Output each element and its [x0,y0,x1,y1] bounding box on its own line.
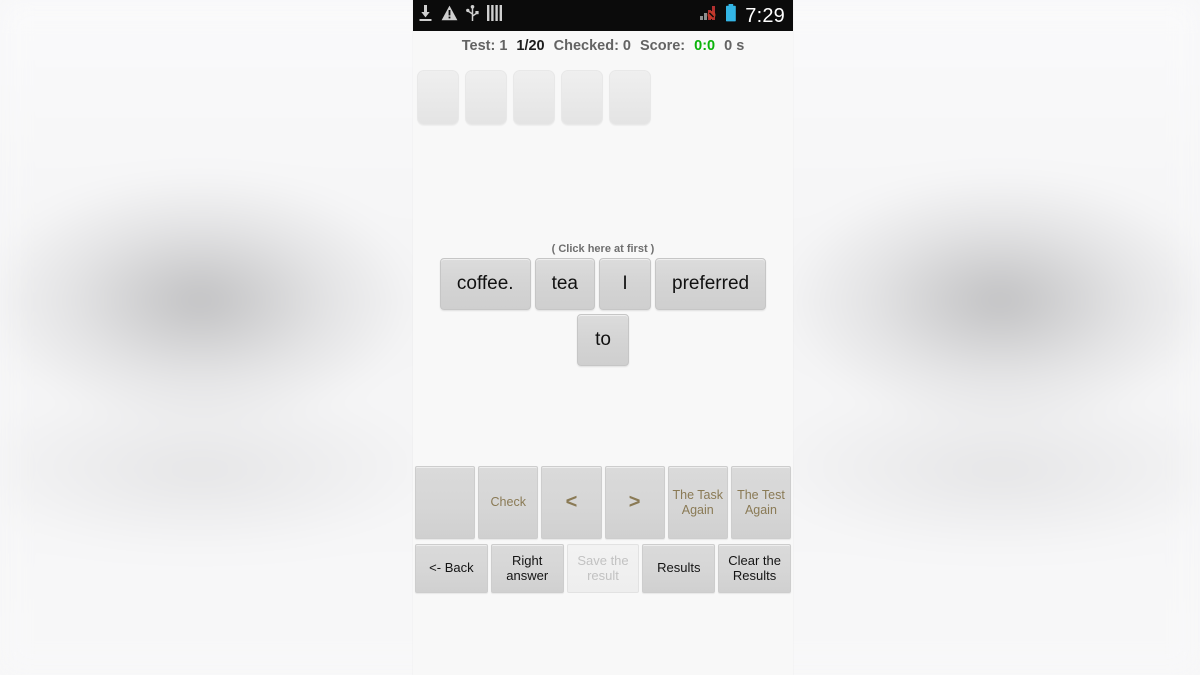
word-tile[interactable]: preferred [655,258,767,310]
status-icons-left [418,4,502,27]
check-button[interactable]: Check [478,466,539,539]
sentence-workspace: ( Click here at first ) coffee. tea Iprefe… [413,125,793,455]
word-tile[interactable]: coffee. [439,258,531,310]
answer-slot[interactable] [609,70,651,125]
right-answer-button[interactable]: Right answer [490,544,564,593]
task-again-button[interactable]: The Task Again [667,466,728,539]
clear-results-button[interactable]: Clear the Results [718,544,791,593]
test-again-button[interactable]: The Test Again [730,466,792,539]
signal-no-sim-icon [700,5,719,26]
bars-icon [487,5,502,26]
answer-slot[interactable] [465,70,507,125]
phone-screen: 7:29 Test: 1 1/20 Checked: 0 Score: 0:0 … [413,0,793,675]
word-tile-bank[interactable]: coffee. tea Ipreferred to [413,258,793,366]
download-icon [418,4,433,27]
elapsed-time: 0 s [724,37,745,54]
question-progress: 1/20 [516,37,545,54]
status-icons-right: 7:29 [700,4,785,27]
android-status-bar: 7:29 [413,0,793,31]
save-result-button: Save the result [566,544,640,593]
score-label: Score: [640,37,686,54]
answer-slot[interactable] [513,70,555,125]
word-tile[interactable]: to [577,314,629,366]
next-button[interactable]: > [604,466,665,539]
test-info-line: Test: 1 1/20 Checked: 0 Score: 0:0 0 s [413,31,793,56]
control-panel: Check < > The Task Again The Test Again <- Bac… [413,466,793,593]
answer-slot[interactable] [561,70,603,125]
previous-button[interactable]: < [541,466,602,539]
warning-icon [441,5,458,26]
usb-icon [466,4,479,27]
control-row-secondary: <- Back Right answer Save the result Results C… [413,544,793,593]
score-value: 0:0 [694,37,716,54]
answer-slot[interactable] [417,70,459,125]
control-row-primary: Check < > The Task Again The Test Again [413,466,793,539]
checked-count: Checked: 0 [553,37,631,54]
click-hint-label: ( Click here at first ) [551,243,655,255]
answer-slot-row[interactable] [415,56,793,125]
test-number: Test: 1 [461,37,508,54]
word-tile[interactable]: I [599,258,651,310]
word-tile[interactable]: tea [534,258,595,310]
results-button[interactable]: Results [642,544,716,593]
battery-icon [725,4,737,27]
status-bar-clock: 7:29 [745,4,785,27]
back-button[interactable]: <- Back [415,544,488,593]
blank-button[interactable] [415,466,476,539]
